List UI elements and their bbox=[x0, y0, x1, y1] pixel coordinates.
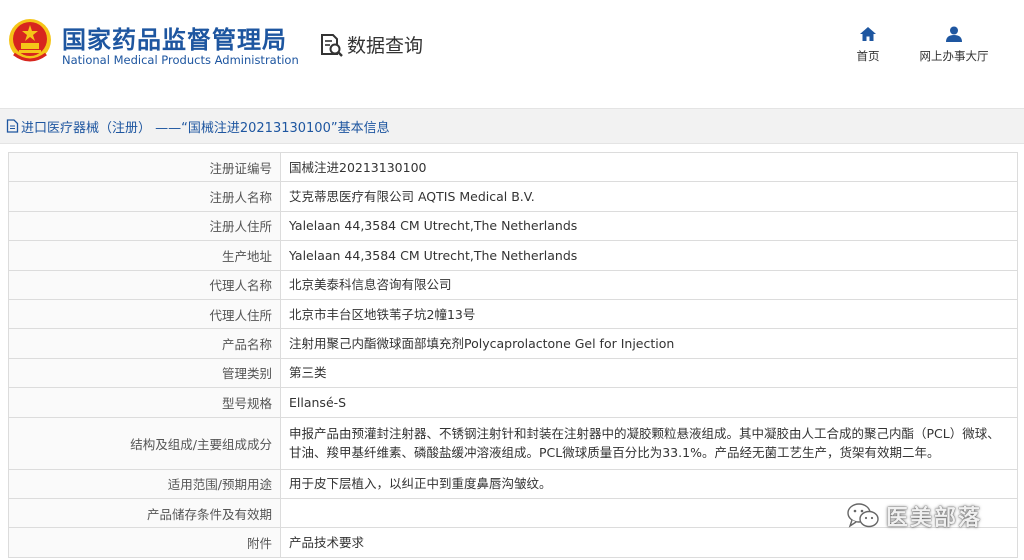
table-row: 附件 产品技术要求 bbox=[8, 527, 1018, 558]
site-title: 国家药品监督管理局 bbox=[62, 26, 287, 54]
watermark: 医美部落 bbox=[846, 500, 982, 532]
table-row: 型号规格 Ellansé-S bbox=[8, 387, 1018, 418]
row-label: 注册证编号 bbox=[8, 151, 281, 183]
row-value: 第三类 bbox=[280, 357, 1018, 389]
national-emblem-icon bbox=[9, 19, 51, 62]
row-label: 适用范围/预期用途 bbox=[8, 468, 281, 499]
user-icon bbox=[946, 26, 962, 42]
row-value: Yalelaan 44,3584 CM Utrecht,The Netherla… bbox=[280, 240, 1018, 271]
row-label: 生产地址 bbox=[8, 240, 281, 271]
watermark-text: 医美部落 bbox=[886, 506, 983, 531]
table-row: 产品名称 注射用聚己内酯微球面部填充剂Polycaprolactone Gel … bbox=[8, 328, 1018, 359]
row-value: 艾克蒂思医疗有限公司 AQTIS Medical B.V. bbox=[280, 181, 1018, 212]
nav-online-service-hall[interactable]: 网上办事大厅 bbox=[914, 26, 994, 64]
row-value: 产品技术要求 bbox=[280, 527, 1018, 558]
table-row: 代理人名称 北京美泰科信息咨询有限公司 bbox=[8, 269, 1018, 300]
wechat-icon bbox=[847, 503, 879, 528]
row-label: 代理人住所 bbox=[8, 298, 281, 330]
data-query-label: 数据查询 bbox=[347, 35, 424, 57]
row-label: 型号规格 bbox=[8, 387, 281, 418]
row-label: 结构及组成/主要组成成分 bbox=[8, 416, 281, 470]
row-value: Ellansé-S bbox=[280, 387, 1018, 418]
table-row: 代理人住所 北京市丰台区地铁苇子坑2幢13号 bbox=[8, 298, 1018, 330]
row-label: 管理类别 bbox=[8, 357, 281, 389]
table-row: 适用范围/预期用途 用于皮下层植入，以纠正中到重度鼻唇沟皱纹。 bbox=[8, 468, 1018, 499]
registration-detail-table: 注册证编号 国械注进20213130100 注册人名称 艾克蒂思医疗有限公司 A… bbox=[8, 151, 1018, 558]
document-icon bbox=[6, 119, 19, 133]
table-row: 注册人名称 艾克蒂思医疗有限公司 AQTIS Medical B.V. bbox=[8, 181, 1018, 212]
data-query-link[interactable]: 数据查询 bbox=[318, 31, 423, 58]
row-label: 附件 bbox=[8, 527, 281, 558]
row-label: 产品储存条件及有效期 bbox=[8, 497, 281, 529]
row-value: 北京美泰科信息咨询有限公司 bbox=[280, 269, 1018, 300]
table-row: 结构及组成/主要组成成分 申报产品由预灌封注射器、不锈钢注射针和封装在注射器中的… bbox=[8, 416, 1018, 470]
breadcrumb-text: 进口医疗器械（注册） ——“国械注进20213130100”基本信息 bbox=[21, 120, 390, 136]
row-value: 申报产品由预灌封注射器、不锈钢注射针和封装在注射器中的凝胶颗粒悬液组成。其中凝胶… bbox=[280, 416, 1018, 470]
row-value: 用于皮下层植入，以纠正中到重度鼻唇沟皱纹。 bbox=[280, 468, 1018, 499]
table-row: 注册人住所 Yalelaan 44,3584 CM Utrecht,The Ne… bbox=[8, 210, 1018, 242]
row-label: 代理人名称 bbox=[8, 269, 281, 300]
row-label: 注册人住所 bbox=[8, 210, 281, 242]
row-value: Yalelaan 44,3584 CM Utrecht,The Netherla… bbox=[280, 210, 1018, 242]
row-label: 产品名称 bbox=[8, 328, 281, 359]
breadcrumb: 进口医疗器械（注册） ——“国械注进20213130100”基本信息 bbox=[0, 108, 1024, 144]
row-value: 北京市丰台区地铁苇子坑2幢13号 bbox=[280, 298, 1018, 330]
site-header: 国家药品监督管理局 National Medical Products Admi… bbox=[0, 0, 1024, 95]
nav-hall-label: 网上办事大厅 bbox=[919, 49, 989, 63]
nav-home[interactable]: 首页 bbox=[852, 26, 884, 64]
table-row: 生产地址 Yalelaan 44,3584 CM Utrecht,The Net… bbox=[8, 240, 1018, 271]
site-subtitle: National Medical Products Administration bbox=[62, 53, 299, 67]
row-value: 国械注进20213130100 bbox=[280, 151, 1018, 183]
row-value: 注射用聚己内酯微球面部填充剂Polycaprolactone Gel for I… bbox=[280, 328, 1018, 359]
table-row: 注册证编号 国械注进20213130100 bbox=[8, 151, 1018, 183]
home-icon bbox=[860, 27, 876, 41]
document-search-icon bbox=[321, 33, 343, 57]
row-label: 注册人名称 bbox=[8, 181, 281, 212]
table-row: 管理类别 第三类 bbox=[8, 357, 1018, 389]
nav-home-label: 首页 bbox=[856, 49, 880, 63]
